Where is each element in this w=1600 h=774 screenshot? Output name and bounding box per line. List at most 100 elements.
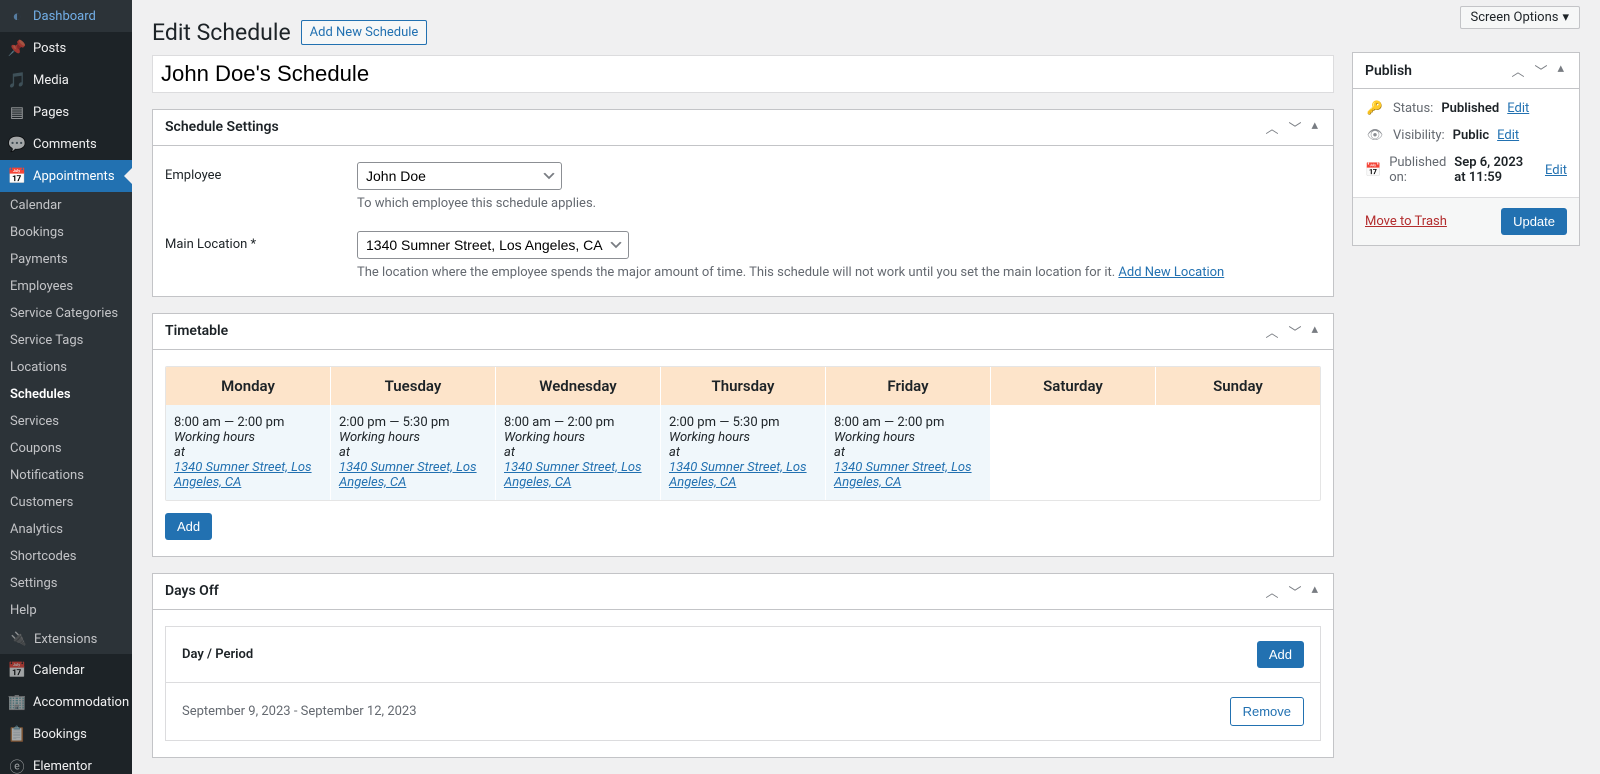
submenu-services[interactable]: Services [0, 408, 132, 435]
main-location-select[interactable]: 1340 Sumner Street, Los Angeles, CA [357, 231, 629, 259]
timetable-cell[interactable] [991, 405, 1155, 485]
move-down-icon[interactable]: ﹀ [1285, 582, 1304, 601]
edit-status-link[interactable]: Edit [1507, 101, 1529, 116]
add-timetable-button[interactable]: Add [165, 513, 212, 540]
menu-label: Calendar [33, 663, 85, 678]
chevron-down-icon: ▾ [1562, 10, 1569, 25]
edit-visibility-link[interactable]: Edit [1497, 128, 1519, 143]
move-up-icon[interactable]: ︿ [1262, 118, 1281, 137]
submenu-service-categories[interactable]: Service Categories [0, 300, 132, 327]
toggle-panel-icon[interactable]: ▴ [1308, 322, 1321, 341]
main-content: Screen Options▾ Edit Schedule Add New Sc… [132, 0, 1600, 774]
submenu-calendar[interactable]: Calendar [0, 192, 132, 219]
menu-label: Comments [33, 137, 97, 152]
submenu-payments[interactable]: Payments [0, 246, 132, 273]
move-to-trash-link[interactable]: Move to Trash [1365, 214, 1447, 229]
timetable-column-friday: Friday 8:00 am — 2:00 pm Working hours a… [826, 367, 991, 500]
add-new-schedule-button[interactable]: Add New Schedule [301, 20, 428, 45]
menu-dashboard[interactable]: ◐Dashboard [0, 0, 132, 32]
panel-title: Days Off [165, 583, 219, 599]
employee-select[interactable]: John Doe [357, 162, 562, 190]
location-link[interactable]: 1340 Sumner Street, Los Angeles, CA [669, 460, 807, 490]
timetable-column-sunday: Sunday [1156, 367, 1320, 500]
move-up-icon[interactable]: ︿ [1508, 61, 1527, 80]
toggle-panel-icon[interactable]: ▴ [1308, 582, 1321, 601]
submenu-notifications[interactable]: Notifications [0, 462, 132, 489]
employee-label: Employee [165, 162, 333, 211]
submenu-coupons[interactable]: Coupons [0, 435, 132, 462]
timetable-panel: Timetable ︿ ﹀ ▴ Monday 8:00 am — 2:00 pm… [152, 313, 1334, 557]
submenu-shortcodes[interactable]: Shortcodes [0, 543, 132, 570]
location-link[interactable]: 1340 Sumner Street, Los Angeles, CA [504, 460, 642, 490]
timetable-grid: Monday 8:00 am — 2:00 pm Working hours a… [165, 366, 1321, 501]
timetable-cell[interactable]: 2:00 pm — 5:30 pm Working hours at 1340 … [661, 405, 825, 500]
screen-options-button[interactable]: Screen Options▾ [1460, 6, 1581, 29]
menu-appointments[interactable]: 📅Appointments [0, 160, 132, 192]
key-icon: 🔑 [1365, 101, 1385, 116]
remove-day-off-button[interactable]: Remove [1230, 697, 1304, 726]
day-header: Thursday [661, 367, 825, 405]
add-location-link[interactable]: Add New Location [1118, 265, 1224, 280]
menu-calendar[interactable]: 📅 Calendar [0, 654, 132, 686]
media-icon: 🎵 [8, 71, 26, 89]
timetable-cell[interactable] [1156, 405, 1320, 485]
timetable-column-thursday: Thursday 2:00 pm — 5:30 pm Working hours… [661, 367, 826, 500]
location-link[interactable]: 1340 Sumner Street, Los Angeles, CA [174, 460, 312, 490]
timetable-cell[interactable]: 8:00 am — 2:00 pm Working hours at 1340 … [826, 405, 990, 500]
location-link[interactable]: 1340 Sumner Street, Los Angeles, CA [339, 460, 477, 490]
submenu-service-tags[interactable]: Service Tags [0, 327, 132, 354]
menu-label: Pages [33, 105, 69, 120]
eye-icon: 👁 [1365, 128, 1385, 143]
submenu-help[interactable]: Help [0, 597, 132, 624]
add-day-off-button[interactable]: Add [1257, 641, 1304, 668]
calendar-icon: 📅 [1365, 163, 1381, 178]
menu-accommodation[interactable]: 🏢Accommodation [0, 686, 132, 718]
submenu-analytics[interactable]: Analytics [0, 516, 132, 543]
appointments-submenu: Calendar Bookings Payments Employees Ser… [0, 192, 132, 654]
day-header: Friday [826, 367, 990, 405]
submenu-customers[interactable]: Customers [0, 489, 132, 516]
toggle-panel-icon[interactable]: ▴ [1308, 118, 1321, 137]
submenu-bookings[interactable]: Bookings [0, 219, 132, 246]
move-up-icon[interactable]: ︿ [1262, 322, 1281, 341]
submenu-locations[interactable]: Locations [0, 354, 132, 381]
publish-panel: Publish ︿ ﹀ ▴ 🔑 Status: Published Edit 👁… [1352, 52, 1580, 246]
submenu-extensions[interactable]: 🔌Extensions [0, 624, 132, 654]
comment-icon: 💬 [8, 135, 26, 153]
timetable-cell[interactable]: 2:00 pm — 5:30 pm Working hours at 1340 … [331, 405, 495, 500]
menu-comments[interactable]: 💬 Comments [0, 128, 132, 160]
page-title: Edit Schedule Add New Schedule [152, 10, 1334, 55]
pages-icon: ▤ [8, 103, 26, 121]
submenu-settings[interactable]: Settings [0, 570, 132, 597]
timetable-cell[interactable]: 8:00 am — 2:00 pm Working hours at 1340 … [496, 405, 660, 500]
menu-pages[interactable]: ▤ Pages [0, 96, 132, 128]
status-label: Status: [1393, 101, 1433, 116]
day-header: Wednesday [496, 367, 660, 405]
schedule-settings-panel: Schedule Settings ︿ ﹀ ▴ Employee John Do… [152, 109, 1334, 297]
location-link[interactable]: 1340 Sumner Street, Los Angeles, CA [834, 460, 972, 490]
elementor-icon: ⓔ [8, 757, 26, 774]
main-location-label: Main Location * [165, 231, 333, 280]
move-down-icon[interactable]: ﹀ [1285, 322, 1304, 341]
move-down-icon[interactable]: ﹀ [1285, 118, 1304, 137]
post-title-input[interactable] [152, 55, 1334, 93]
panel-title: Schedule Settings [165, 119, 279, 135]
list-icon: 📋 [8, 725, 26, 743]
timetable-cell[interactable]: 8:00 am — 2:00 pm Working hours at 1340 … [166, 405, 330, 500]
menu-bookings[interactable]: 📋 Bookings [0, 718, 132, 750]
edit-date-link[interactable]: Edit [1545, 163, 1567, 178]
menu-label: Bookings [33, 727, 87, 742]
submenu-schedules[interactable]: Schedules [0, 381, 132, 408]
move-up-icon[interactable]: ︿ [1262, 582, 1281, 601]
menu-media[interactable]: 🎵Media [0, 64, 132, 96]
calendar-icon: 📅 [8, 661, 26, 679]
update-button[interactable]: Update [1501, 208, 1567, 235]
timetable-column-wednesday: Wednesday 8:00 am — 2:00 pm Working hour… [496, 367, 661, 500]
menu-elementor[interactable]: ⓔ Elementor [0, 750, 132, 774]
toggle-panel-icon[interactable]: ▴ [1554, 61, 1567, 80]
submenu-employees[interactable]: Employees [0, 273, 132, 300]
dashboard-icon: ◐ [8, 7, 26, 25]
menu-label: Elementor [33, 759, 92, 774]
menu-posts[interactable]: 📌Posts [0, 32, 132, 64]
move-down-icon[interactable]: ﹀ [1531, 61, 1550, 80]
